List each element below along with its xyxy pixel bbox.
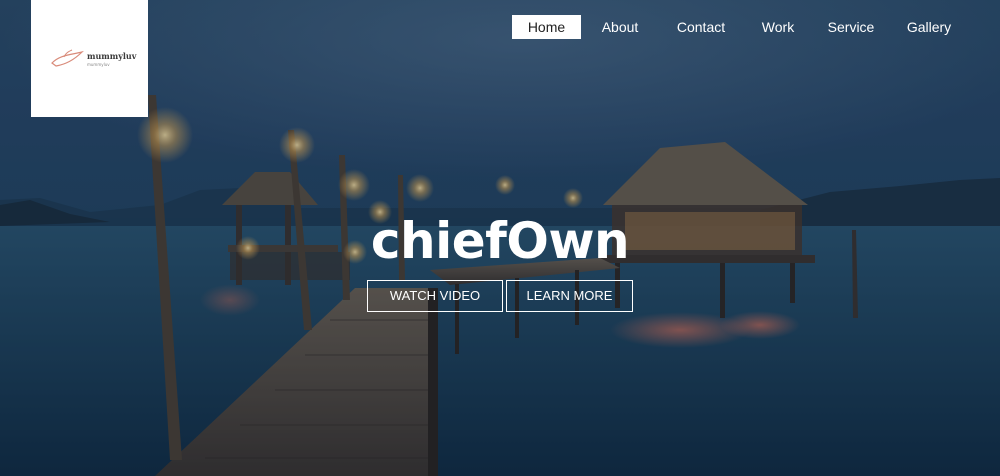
logo-name: mummyluv <box>87 51 137 61</box>
hero-section: mummyluv mummyluv Home About Contact Wor… <box>0 0 1000 476</box>
watch-video-button[interactable]: WATCH VIDEO <box>367 280 503 312</box>
nav-contact[interactable]: Contact <box>668 15 734 39</box>
nav-service[interactable]: Service <box>823 15 879 39</box>
logo-tagline: mummyluv <box>87 62 110 67</box>
site-logo[interactable]: mummyluv mummyluv <box>31 0 148 117</box>
nav-about[interactable]: About <box>595 15 645 39</box>
nav-home[interactable]: Home <box>512 15 581 39</box>
bird-logo-icon <box>51 49 84 67</box>
nav-work[interactable]: Work <box>755 15 801 39</box>
hero-headline: chiefOwn <box>370 212 630 270</box>
nav-gallery[interactable]: Gallery <box>903 15 955 39</box>
learn-more-button[interactable]: LEARN MORE <box>506 280 633 312</box>
